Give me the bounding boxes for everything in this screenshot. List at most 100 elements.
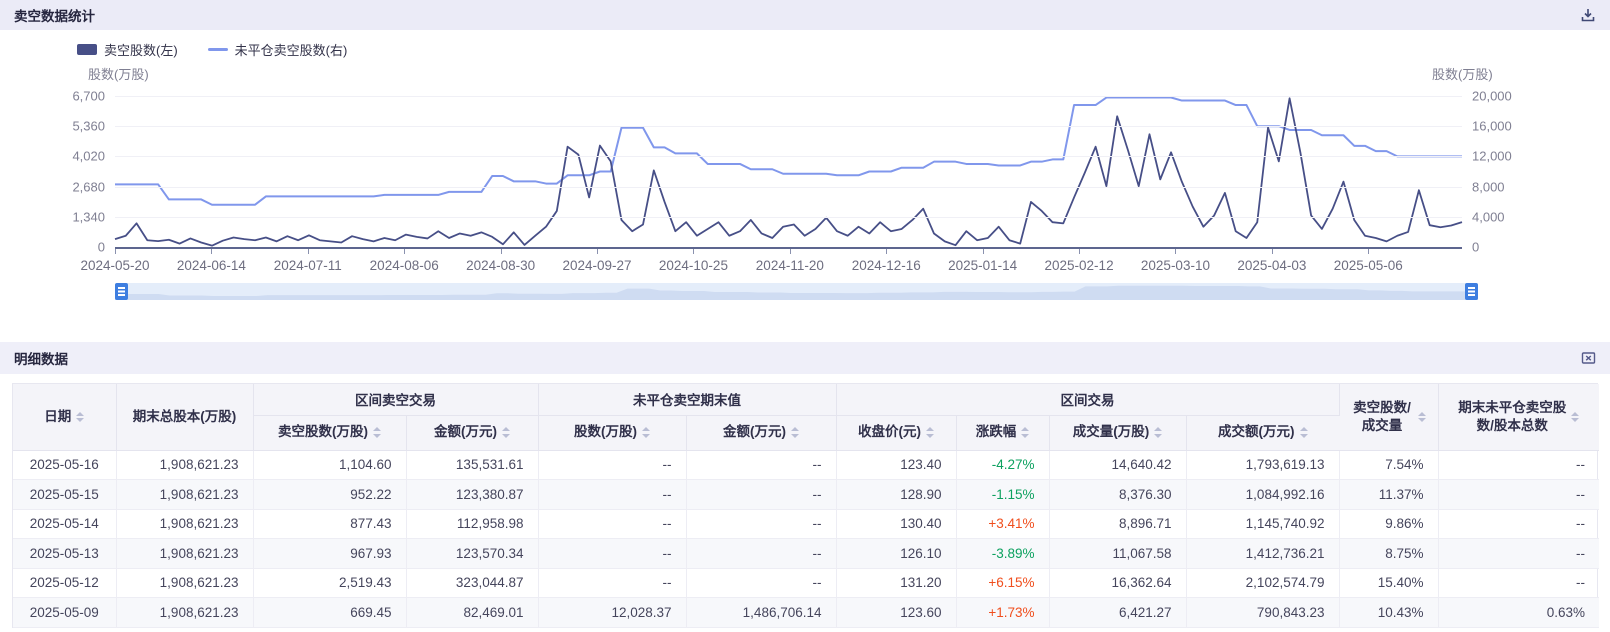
table-cell: -- xyxy=(538,539,686,569)
chart-section-header: 卖空数据统计 xyxy=(0,0,1610,30)
table-cell: 1,145,740.92 xyxy=(1186,509,1339,539)
x-tickmark xyxy=(115,249,116,254)
table-cell: 323,044.87 xyxy=(406,568,538,598)
table-cell: -1.15% xyxy=(956,480,1049,510)
sort-icon xyxy=(373,427,381,438)
x-axis-tick: 2025-01-14 xyxy=(948,258,1017,273)
col-header-close-price[interactable]: 收盘价(元) xyxy=(836,415,956,450)
table-cell: 15.40% xyxy=(1339,568,1438,598)
table-cell: 10.43% xyxy=(1339,598,1438,628)
table-cell: -- xyxy=(538,450,686,480)
col-header-short-amount[interactable]: 金额(万元) xyxy=(406,415,538,450)
x-tickmark xyxy=(1368,249,1369,254)
x-tickmark xyxy=(404,249,405,254)
table-cell: 16,362.64 xyxy=(1049,568,1186,598)
y-axis-tick-right: 20,000 xyxy=(1472,89,1512,104)
table-cell: 2025-05-12 xyxy=(13,568,116,598)
x-axis-tick: 2024-05-20 xyxy=(80,258,149,273)
table-cell: 123.60 xyxy=(836,598,956,628)
col-header-short-shares[interactable]: 卖空股数(万股) xyxy=(253,415,406,450)
table-cell: -- xyxy=(538,480,686,510)
y-axis-tick-left: 0 xyxy=(98,240,105,255)
table-cell: 8,376.30 xyxy=(1049,480,1186,510)
table-row: 2025-05-131,908,621.23967.93123,570.34--… xyxy=(13,539,1599,569)
table-cell: 2025-05-16 xyxy=(13,450,116,480)
x-axis-tick: 2025-04-03 xyxy=(1237,258,1306,273)
y-axis-tick-right: 8,000 xyxy=(1472,179,1505,194)
table-cell: 1,908,621.23 xyxy=(116,539,253,569)
group-header-outstanding-short-eop: 未平仓卖空期末值 xyxy=(538,384,836,415)
table-cell: 2025-05-14 xyxy=(13,509,116,539)
table-cell: -- xyxy=(686,539,836,569)
table-row: 2025-05-141,908,621.23877.43112,958.98--… xyxy=(13,509,1599,539)
gridline xyxy=(115,217,1462,218)
gridline xyxy=(115,126,1462,127)
table-cell: 1,908,621.23 xyxy=(116,480,253,510)
download-icon[interactable] xyxy=(1580,7,1596,23)
gridline xyxy=(115,96,1462,97)
col-header-short-to-volume[interactable]: 卖空股数/成交量 xyxy=(1339,384,1438,450)
table-cell: -- xyxy=(538,509,686,539)
x-axis-tick: 2024-09-27 xyxy=(562,258,631,273)
table-cell: 128.90 xyxy=(836,480,956,510)
table-cell: -- xyxy=(1438,509,1599,539)
table-cell: 8,896.71 xyxy=(1049,509,1186,539)
table-cell: -- xyxy=(1438,568,1599,598)
table-cell: -- xyxy=(686,509,836,539)
table-cell: 123.40 xyxy=(836,450,956,480)
excel-export-icon[interactable] xyxy=(1580,350,1596,366)
table-cell: -- xyxy=(1438,450,1599,480)
table-row: 2025-05-151,908,621.23952.22123,380.87--… xyxy=(13,480,1599,510)
table-cell: -4.27% xyxy=(956,450,1049,480)
legend-label: 卖空股数(左) xyxy=(104,40,178,59)
table-cell: 1,104.60 xyxy=(253,450,406,480)
legend-item-outstanding-shares[interactable]: 未平仓卖空股数(右) xyxy=(208,40,348,59)
col-header-outstanding-amount[interactable]: 金额(万元) xyxy=(686,415,836,450)
chart-canvas xyxy=(115,96,1462,247)
sort-icon xyxy=(1300,427,1308,438)
table-cell: 11,067.58 xyxy=(1049,539,1186,569)
chart-plot: 6,70020,0005,36016,0004,02012,0002,6808,… xyxy=(115,96,1462,249)
short-selling-chart: 卖空股数(左) 未平仓卖空股数(右) 股数(万股) 股数(万股) 6,70020… xyxy=(0,30,1610,330)
table-cell: 1,908,621.23 xyxy=(116,598,253,628)
y-axis-tick-right: 16,000 xyxy=(1472,119,1512,134)
table-cell: 8.75% xyxy=(1339,539,1438,569)
gridline xyxy=(115,156,1462,157)
table-cell: 11.37% xyxy=(1339,480,1438,510)
sort-icon xyxy=(76,412,84,423)
datazoom-handle-right[interactable] xyxy=(1465,283,1478,300)
sort-icon xyxy=(791,427,799,438)
y-axis-tick-right: 12,000 xyxy=(1472,149,1512,164)
sort-icon xyxy=(1418,412,1426,423)
table-cell: +6.15% xyxy=(956,568,1049,598)
y-axis-tick-left: 6,700 xyxy=(72,89,105,104)
table-cell: -- xyxy=(686,450,836,480)
datazoom-silhouette xyxy=(115,286,1478,300)
col-header-outstanding-to-capital[interactable]: 期末未平仓卖空股数/股本总数 xyxy=(1438,384,1599,450)
x-axis-tick: 2025-03-10 xyxy=(1141,258,1210,273)
table-cell: 952.22 xyxy=(253,480,406,510)
x-axis-tick: 2024-06-14 xyxy=(177,258,246,273)
table-cell: 135,531.61 xyxy=(406,450,538,480)
datazoom-handle-left[interactable] xyxy=(115,283,128,300)
table-cell: 1,486,706.14 xyxy=(686,598,836,628)
col-header-date[interactable]: 日期 xyxy=(13,384,116,450)
table-cell: 669.45 xyxy=(253,598,406,628)
x-axis-tick: 2024-07-11 xyxy=(274,258,342,273)
col-header-outstanding-shares[interactable]: 股数(万股) xyxy=(538,415,686,450)
table-cell: 790,843.23 xyxy=(1186,598,1339,628)
table-row: 2025-05-091,908,621.23669.4582,469.0112,… xyxy=(13,598,1599,628)
group-header-interval-short-trading: 区间卖空交易 xyxy=(253,384,538,415)
table-cell: 2,102,574.79 xyxy=(1186,568,1339,598)
legend-item-short-shares[interactable]: 卖空股数(左) xyxy=(77,40,178,59)
gridline xyxy=(115,187,1462,188)
y-axis-tick-right: 4,000 xyxy=(1472,209,1505,224)
col-header-volume[interactable]: 成交量(万股) xyxy=(1049,415,1186,450)
datazoom-slider[interactable] xyxy=(115,283,1478,300)
col-header-turnover[interactable]: 成交额(万元) xyxy=(1186,415,1339,450)
x-axis-tick: 2025-02-12 xyxy=(1045,258,1114,273)
table-cell: 123,570.34 xyxy=(406,539,538,569)
x-tickmark xyxy=(308,249,309,254)
col-header-change-pct[interactable]: 涨跌幅 xyxy=(956,415,1049,450)
y-axis-tick-left: 5,360 xyxy=(72,119,105,134)
